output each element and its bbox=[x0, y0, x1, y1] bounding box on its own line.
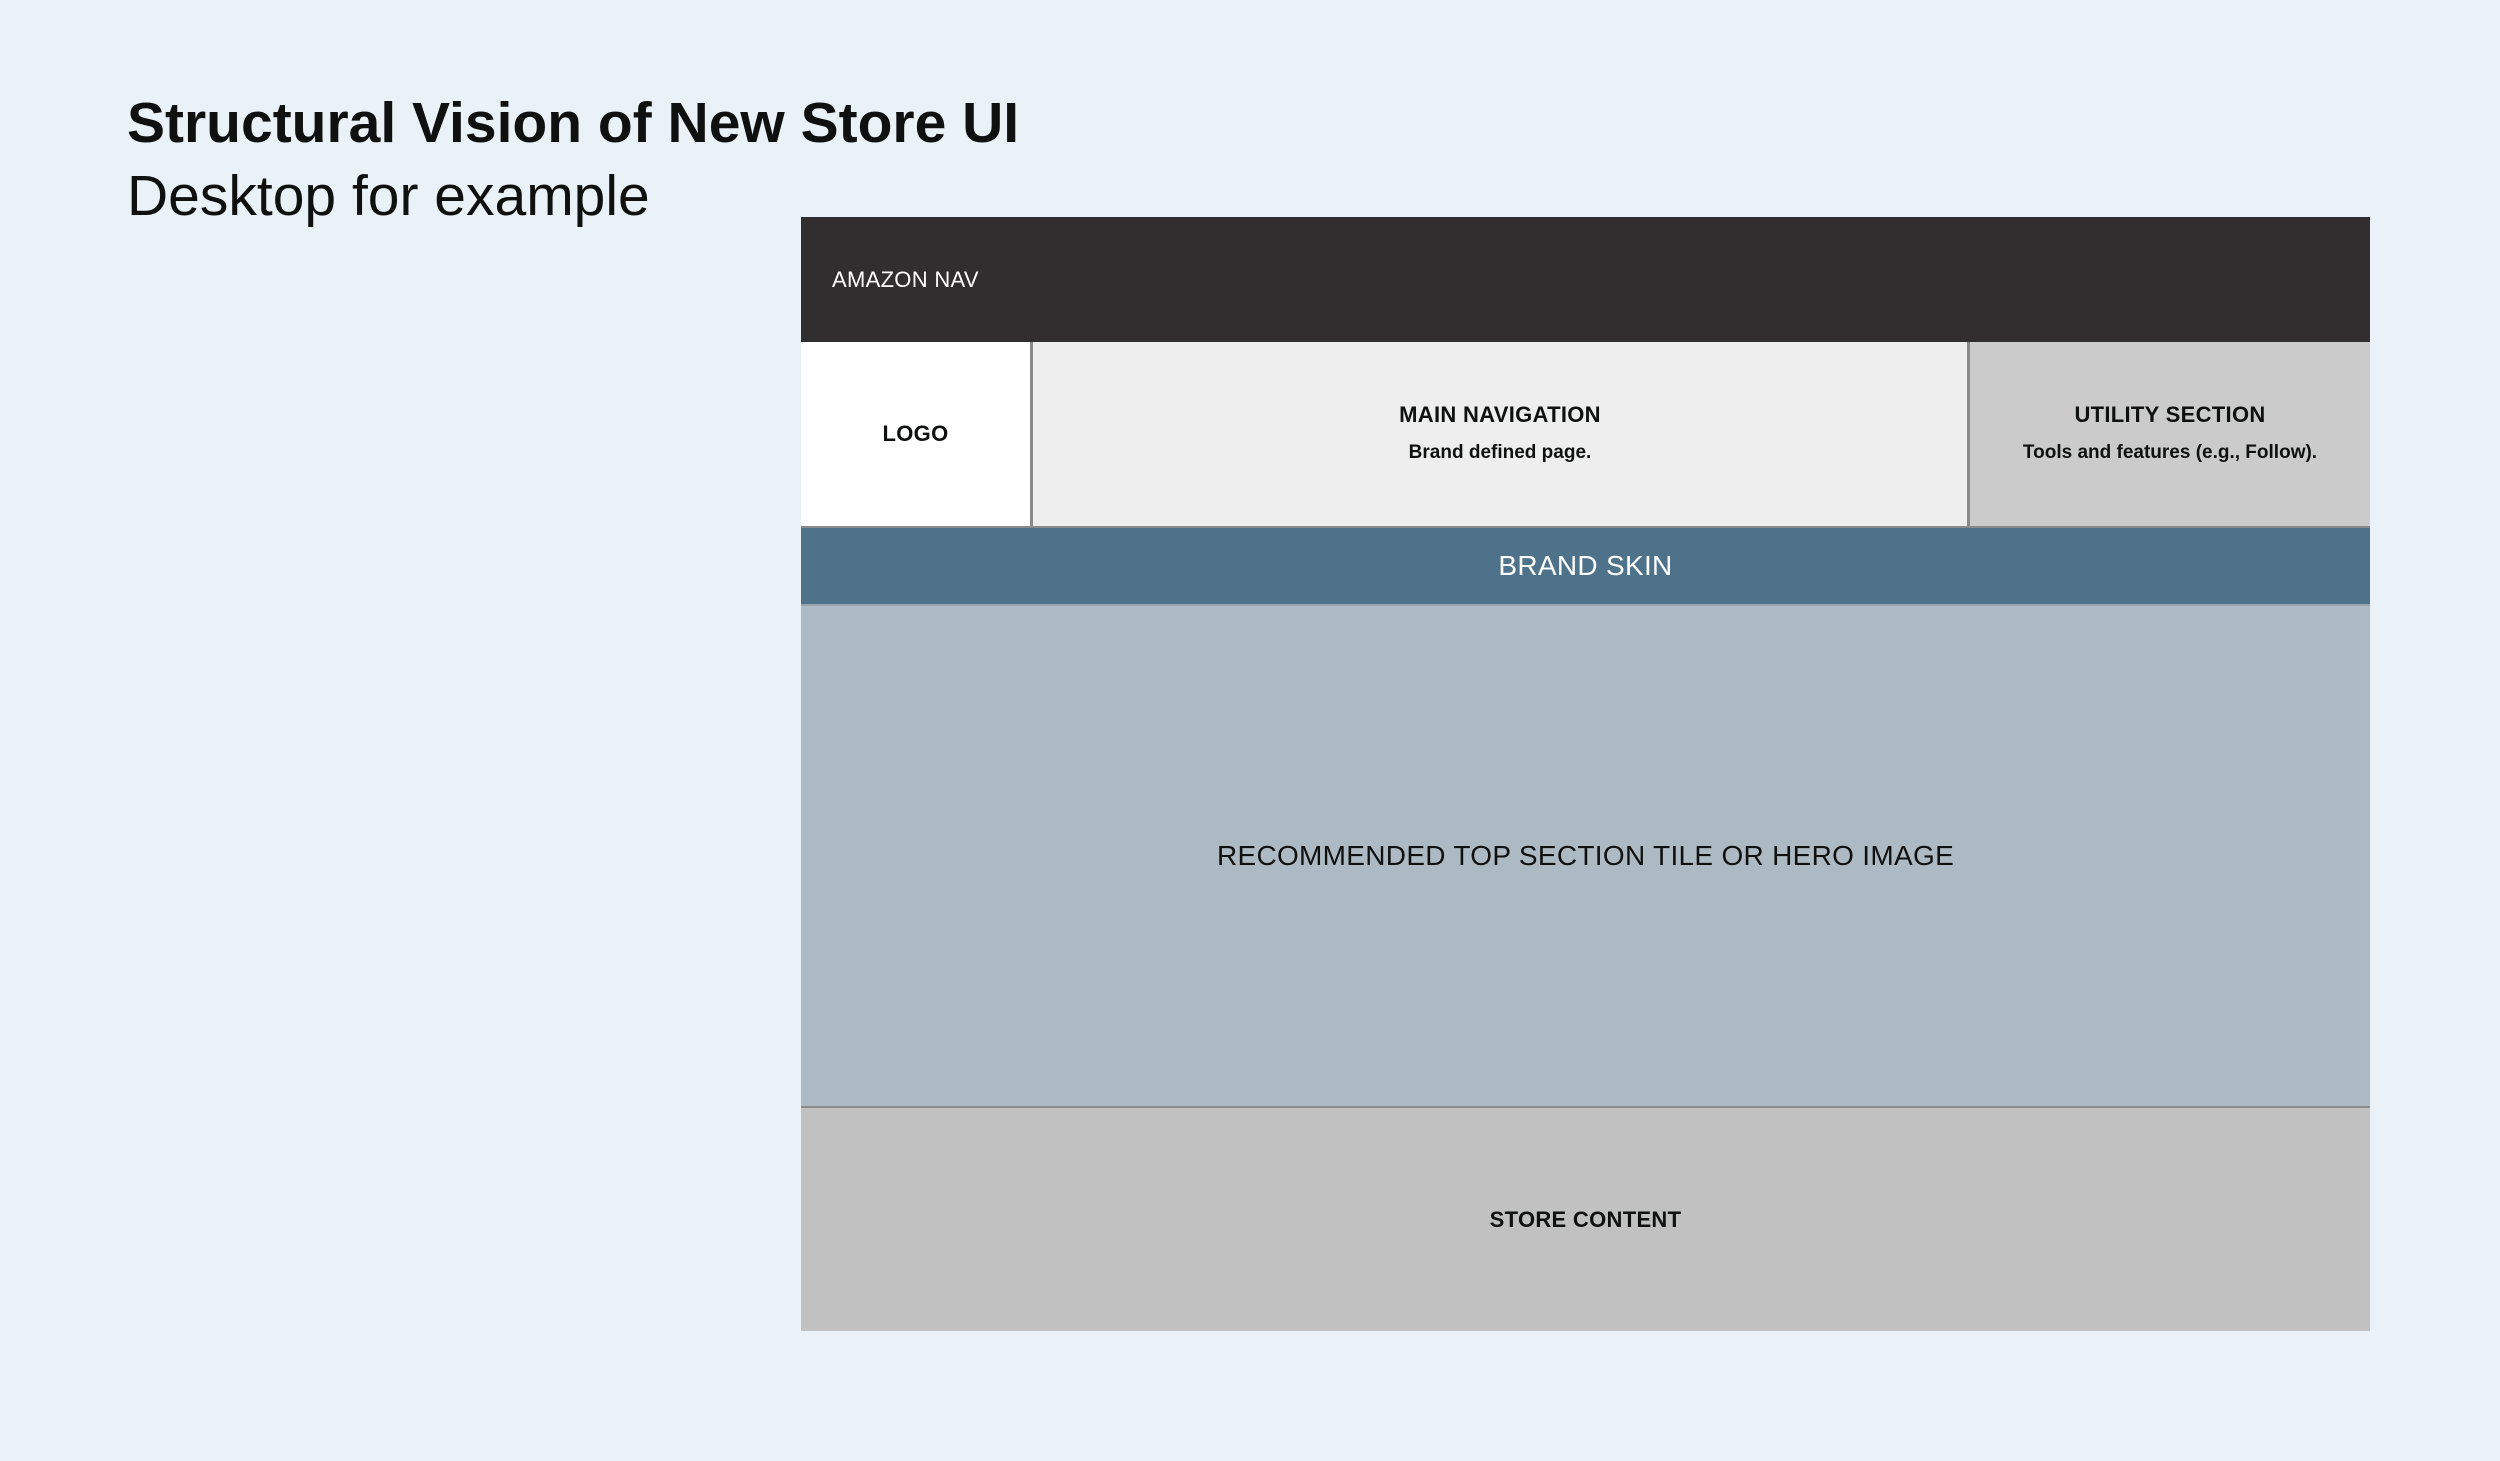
page-title: Structural Vision of New Store UI bbox=[127, 91, 1020, 155]
main-navigation-title: MAIN NAVIGATION bbox=[1399, 402, 1601, 427]
store-content-label: STORE CONTENT bbox=[1489, 1206, 1682, 1232]
logo-label: LOGO bbox=[882, 421, 949, 446]
hero-section: RECOMMENDED TOP SECTION TILE OR HERO IMA… bbox=[801, 604, 2370, 1108]
amazon-nav-label: AMAZON NAV bbox=[832, 267, 979, 292]
utility-section-description: Tools and features (e.g., Follow). bbox=[2022, 442, 2318, 463]
utility-section: UTILITY SECTION Tools and features (e.g.… bbox=[1970, 342, 2370, 526]
brand-skin-bar: BRAND SKIN bbox=[801, 528, 2370, 604]
store-wireframe: AMAZON NAV LOGO MAIN NAVIGATION Brand de… bbox=[801, 217, 2370, 1333]
store-content-section: STORE CONTENT bbox=[801, 1108, 2370, 1331]
main-navigation-description: Brand defined page. bbox=[1408, 442, 1592, 463]
hero-label: RECOMMENDED TOP SECTION TILE OR HERO IMA… bbox=[1216, 840, 1955, 871]
amazon-nav-bar: AMAZON NAV bbox=[801, 217, 2370, 342]
logo-section: LOGO bbox=[801, 342, 1033, 526]
store-header-row: LOGO MAIN NAVIGATION Brand defined page.… bbox=[801, 342, 2370, 528]
main-navigation-section: MAIN NAVIGATION Brand defined page. bbox=[1033, 342, 1970, 526]
utility-section-title: UTILITY SECTION bbox=[2074, 402, 2266, 427]
page-subtitle: Desktop for example bbox=[127, 164, 650, 228]
